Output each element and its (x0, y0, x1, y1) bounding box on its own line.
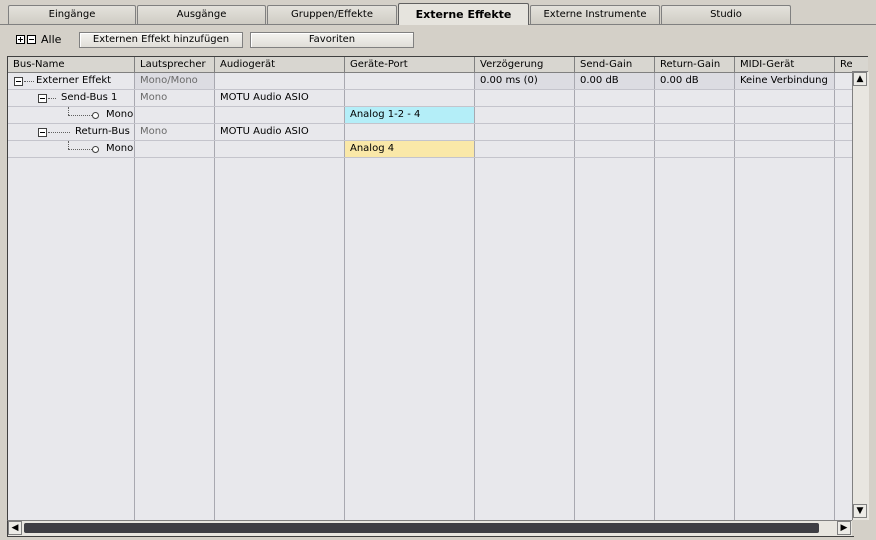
speaker-cell[interactable]: Mono (135, 90, 214, 106)
tree-connector (68, 141, 69, 149)
return-gain-cell[interactable]: 0.00 dB (655, 73, 734, 89)
col-ref[interactable]: Ref. (835, 57, 853, 72)
col-bus-name[interactable]: Bus-Name (8, 57, 135, 72)
col-send-gain[interactable]: Send-Gain (575, 57, 655, 72)
audio-device-cell[interactable]: MOTU Audio ASIO (215, 90, 344, 106)
tree-connector (68, 107, 69, 115)
collapse-tree-icon[interactable] (38, 128, 47, 137)
header-corner (852, 56, 868, 72)
bus-name-cell[interactable]: Send-Bus 1 (58, 90, 134, 106)
scroll-corner (852, 520, 868, 536)
col-speaker[interactable]: Lautsprecher (135, 57, 215, 72)
device-port-cell[interactable]: Analog 1-2 - 4 (345, 107, 474, 123)
bus-table: Bus-Name Lautsprecher Audiogerät Geräte-… (7, 56, 853, 522)
collapse-tree-icon[interactable] (38, 94, 47, 103)
tab-externe-instrumente[interactable]: Externe Instrumente (530, 5, 660, 24)
table-row[interactable]: Return-Bus 1 Mono MOTU Audio ASIO (8, 124, 853, 141)
tab-gruppen-effekte[interactable]: Gruppen/Effekte (267, 5, 397, 24)
table-row[interactable]: Mono Analog 1-2 - 4 (8, 107, 853, 124)
tab-ausgaenge[interactable]: Ausgänge (137, 5, 266, 24)
collapse-tree-icon[interactable] (14, 77, 23, 86)
vertical-scrollbar[interactable]: ▲ ▼ (852, 72, 869, 520)
tree-connector (68, 149, 92, 150)
all-label: Alle (41, 33, 62, 46)
bus-name-cell[interactable]: Mono (100, 141, 134, 157)
arrow-down-icon[interactable]: ▼ (853, 504, 867, 518)
midi-device-cell[interactable]: Keine Verbindung (735, 73, 834, 89)
bus-name-cell[interactable]: Mono (100, 107, 134, 123)
bus-name-cell[interactable]: Return-Bus 1 (72, 124, 134, 140)
col-device-port[interactable]: Geräte-Port (345, 57, 475, 72)
toolbar: Alle Externen Effekt hinzufügen Favorite… (0, 28, 876, 54)
table-row[interactable]: Externer Effekt Mono/Mono 0.00 ms (0) 0.… (8, 73, 853, 90)
audio-device-cell[interactable]: MOTU Audio ASIO (215, 124, 344, 140)
bus-name-cell[interactable]: Externer Effekt (32, 73, 134, 89)
col-midi-device[interactable]: MIDI-Gerät (735, 57, 835, 72)
table-row[interactable]: Send-Bus 1 Mono MOTU Audio ASIO (8, 90, 853, 107)
table-row[interactable]: Mono Analog 4 (8, 141, 853, 158)
horizontal-scroll-thumb[interactable] (24, 523, 819, 533)
col-return-gain[interactable]: Return-Gain (655, 57, 735, 72)
add-external-effect-button[interactable]: Externen Effekt hinzufügen (79, 32, 243, 48)
minus-box-icon[interactable] (27, 35, 36, 44)
plus-box-icon[interactable] (16, 35, 25, 44)
channel-node-icon (92, 112, 99, 119)
delay-cell[interactable]: 0.00 ms (0) (475, 73, 574, 89)
device-port-cell[interactable]: Analog 4 (345, 141, 474, 157)
horizontal-scrollbar[interactable]: ◀ ▶ (7, 520, 854, 537)
tree-connector (48, 132, 70, 133)
send-gain-cell[interactable]: 0.00 dB (575, 73, 654, 89)
arrow-up-icon[interactable]: ▲ (853, 72, 867, 86)
tree-connector (68, 115, 92, 116)
arrow-left-icon[interactable]: ◀ (8, 521, 22, 535)
arrow-right-icon[interactable]: ▶ (837, 521, 851, 535)
tab-externe-effekte[interactable]: Externe Effekte (398, 3, 529, 25)
channel-node-icon (92, 146, 99, 153)
speaker-cell[interactable]: Mono/Mono (135, 73, 214, 89)
table-header: Bus-Name Lautsprecher Audiogerät Geräte-… (8, 57, 853, 73)
tab-bar: Eingänge Ausgänge Gruppen/Effekte Extern… (0, 0, 876, 26)
speaker-cell[interactable]: Mono (135, 124, 214, 140)
col-delay[interactable]: Verzögerung (475, 57, 575, 72)
tree-connector (48, 98, 56, 99)
tab-eingaenge[interactable]: Eingänge (8, 5, 136, 24)
col-audio-device[interactable]: Audiogerät (215, 57, 345, 72)
favorites-button[interactable]: Favoriten (250, 32, 414, 48)
tab-studio[interactable]: Studio (661, 5, 791, 24)
